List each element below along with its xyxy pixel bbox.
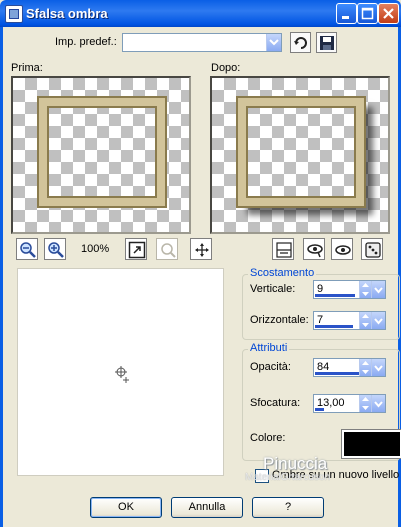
proof-button[interactable] [303, 238, 325, 260]
auto-proof-button[interactable] [331, 238, 353, 260]
spin-arrows-icon [362, 283, 369, 296]
horizontal-spinner[interactable] [359, 312, 371, 329]
zoom-out-icon [20, 242, 36, 258]
ok-button[interactable]: OK [90, 497, 162, 518]
blur-input[interactable]: 13,00 [313, 394, 386, 413]
blur-dropdown[interactable] [371, 395, 385, 412]
zoom-level: 100% [81, 243, 110, 255]
reset-button[interactable] [290, 32, 311, 53]
minimize-button[interactable] [336, 3, 357, 24]
help-button[interactable]: ? [252, 497, 324, 518]
window-title: Sfalsa ombra [26, 6, 108, 21]
vertical-slider-bar[interactable] [315, 294, 355, 297]
offset-group-title: Scostamento [248, 267, 317, 279]
chevron-down-icon [374, 401, 383, 408]
dice-icon [365, 242, 381, 258]
zoom-fit-button[interactable] [125, 238, 147, 260]
watermark-site: MaterialGrtarcuson [245, 472, 331, 483]
app-icon [5, 5, 23, 23]
horizontal-dropdown[interactable] [371, 312, 385, 329]
eye-pin-icon [307, 244, 323, 258]
zoom-in-button[interactable] [44, 238, 66, 260]
save-preset-button[interactable] [316, 32, 337, 53]
spin-arrows-icon [362, 361, 369, 374]
zoom-100-icon [161, 243, 176, 258]
before-label: Prima: [11, 62, 43, 74]
shadow-color-swatch[interactable] [341, 429, 401, 459]
opacity-dropdown[interactable] [371, 359, 385, 376]
zoom-reset-button[interactable] [156, 238, 178, 260]
move-arrows-icon [195, 243, 209, 257]
attributes-group-title: Attributi [248, 342, 290, 354]
vertical-dropdown[interactable] [371, 281, 385, 298]
randomize-button[interactable] [361, 238, 383, 260]
shadow-direction-canvas[interactable] [17, 268, 224, 476]
close-icon [383, 8, 394, 19]
chevron-down-icon [374, 287, 383, 294]
zoom-out-button[interactable] [16, 238, 38, 260]
eye-icon [335, 245, 351, 255]
horizontal-input[interactable]: 7 [313, 311, 386, 330]
blur-label: Sfocatura: [250, 397, 301, 409]
preview-after[interactable] [210, 76, 390, 234]
vertical-input[interactable]: 9 [313, 280, 386, 299]
watermark-name: Pinuccia [263, 454, 328, 473]
preset-combo[interactable] [122, 33, 282, 52]
vertical-label: Verticale: [250, 283, 296, 295]
blur-slider-bar[interactable] [315, 408, 324, 411]
frame-image [39, 98, 165, 206]
after-label: Dopo: [211, 62, 241, 74]
opacity-slider-bar[interactable] [315, 372, 360, 375]
horizontal-label: Orizzontale: [250, 314, 309, 326]
cancel-button[interactable]: Annulla [171, 497, 243, 518]
chevron-down-icon [269, 39, 279, 46]
spin-arrows-icon [362, 397, 369, 410]
zoom-in-icon [48, 242, 64, 258]
pan-button[interactable] [190, 238, 212, 260]
maximize-icon [361, 7, 374, 20]
preview-split-button[interactable] [272, 238, 294, 260]
chevron-down-icon [374, 318, 383, 325]
fit-to-window-icon [128, 241, 146, 259]
reset-icon [294, 37, 307, 49]
title-bar: Sfalsa ombra [0, 0, 401, 27]
frame-image-with-shadow [238, 98, 364, 206]
close-button[interactable] [378, 3, 399, 24]
horizontal-slider-bar[interactable] [315, 325, 353, 328]
maximize-button[interactable] [357, 3, 378, 24]
chevron-down-icon [374, 365, 383, 372]
window-border-left [0, 27, 3, 527]
preview-before [11, 76, 191, 234]
opacity-spinner[interactable] [359, 359, 371, 376]
crosshair-icon [115, 366, 129, 383]
minimize-icon [342, 16, 349, 19]
preset-label: Imp. predef.: [55, 36, 117, 48]
opacity-input[interactable]: 84 [313, 358, 386, 377]
opacity-label: Opacità: [250, 361, 291, 373]
vertical-spinner[interactable] [359, 281, 371, 298]
blur-spinner[interactable] [359, 395, 371, 412]
floppy-disk-icon [320, 36, 334, 50]
preset-dropdown-button[interactable] [266, 34, 281, 51]
spin-arrows-icon [362, 314, 369, 327]
split-view-icon [276, 242, 292, 258]
color-label: Colore: [250, 432, 286, 444]
